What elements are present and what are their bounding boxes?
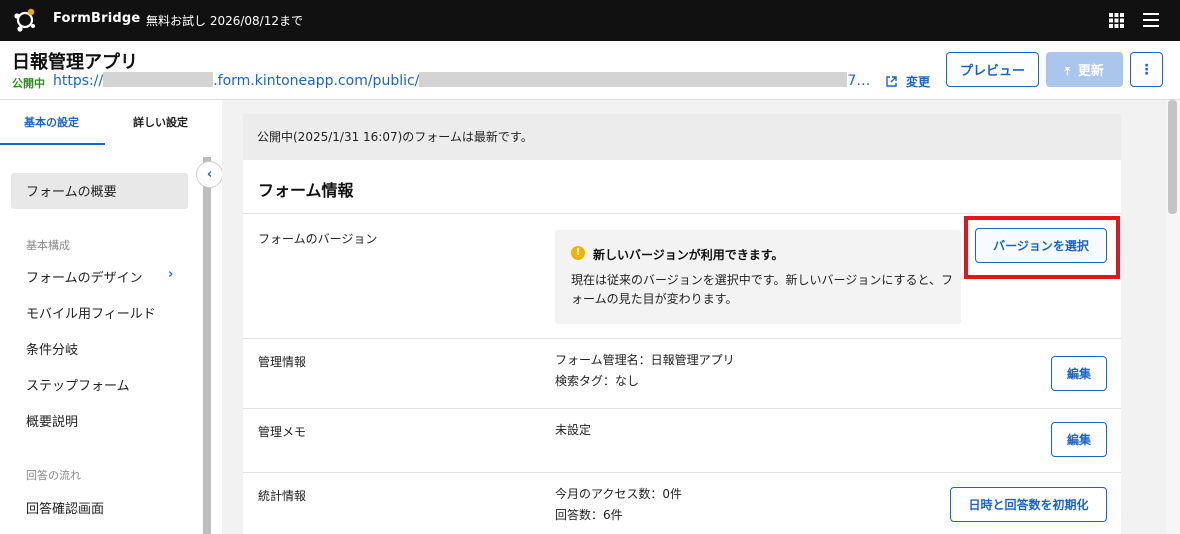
sidebar: 基本の設定 詳しい設定 フォームの概要 基本構成 フォームのデザイン › モバイ… xyxy=(0,100,201,534)
tab-detail-settings[interactable]: 詳しい設定 xyxy=(133,114,188,130)
url-prefix: https:// xyxy=(53,73,104,89)
row-label-admin: 管理情報 xyxy=(258,355,307,369)
row-label-version: フォームのバージョン xyxy=(258,232,378,246)
publish-notice: 公開中(2025/1/31 16:07)のフォームは最新です。 xyxy=(243,114,1121,160)
brand-name: FormBridge xyxy=(53,11,141,26)
divider xyxy=(243,213,1121,214)
external-link-icon[interactable] xyxy=(886,76,897,87)
update-button[interactable]: ⤒ 更新 xyxy=(1046,52,1123,87)
row-label-stats: 統計情報 xyxy=(258,489,307,503)
warning-icon: ! xyxy=(571,246,585,260)
chevron-right-icon: › xyxy=(168,267,174,282)
publish-status-badge: 公開中 xyxy=(12,77,45,90)
sidebar-scrollbar[interactable] xyxy=(203,157,211,534)
sidebar-item-description[interactable]: 概要説明 xyxy=(26,411,78,430)
sidebar-item-step-form[interactable]: ステップフォーム xyxy=(26,375,130,394)
answer-count: 回答数：6件 xyxy=(555,508,623,522)
version-alert-body: 現在は従来のバージョンを選択中です。新しいバージョンにすると、フォームの見た目が… xyxy=(571,273,953,306)
monthly-access-count: 今月のアクセス数：0件 xyxy=(555,487,683,501)
search-tags: 検索タグ：なし xyxy=(555,374,640,388)
divider xyxy=(243,408,1121,409)
divider xyxy=(243,338,1121,339)
change-url-link[interactable]: 変更 xyxy=(906,73,930,90)
admin-info-value: フォーム管理名：日報管理アプリ 検索タグ：なし xyxy=(555,350,735,392)
edit-admin-info-button[interactable]: 編集 xyxy=(1051,356,1107,391)
sidebar-item-form-overview[interactable]: フォームの概要 xyxy=(26,181,117,200)
tab-basic-settings[interactable]: 基本の設定 xyxy=(24,114,79,130)
redacted-subdomain xyxy=(103,72,214,87)
main-content: 公開中(2025/1/31 16:07)のフォームは最新です。 フォーム情報 フ… xyxy=(222,100,1166,534)
active-tab-indicator xyxy=(0,143,105,145)
chevron-left-icon: ‹ xyxy=(206,167,213,182)
upload-arrow-icon: ⤒ xyxy=(1065,65,1070,78)
version-alert-title: 新しいバージョンが利用できます。 xyxy=(593,248,784,262)
preview-button[interactable]: プレビュー xyxy=(946,52,1039,87)
sidebar-section-basic: 基本構成 xyxy=(26,239,70,252)
version-alert: ! 新しいバージョンが利用できます。 現在は従来のバージョンを選択中です。新しい… xyxy=(555,230,961,324)
sidebar-item-confirm-screen[interactable]: 回答確認画面 xyxy=(26,498,104,517)
more-options-button[interactable]: ⋮ xyxy=(1130,52,1163,87)
redacted-path xyxy=(419,72,848,87)
collapse-sidebar-button[interactable]: ‹ xyxy=(196,161,223,188)
hamburger-menu-icon[interactable] xyxy=(1143,13,1159,27)
url-middle: .form.kintoneapp.com/public/ xyxy=(213,73,420,89)
update-button-label: 更新 xyxy=(1077,64,1104,79)
main-scrollbar-thumb[interactable] xyxy=(1168,100,1177,214)
row-label-memo: 管理メモ xyxy=(258,425,307,439)
top-bar: FormBridge 無料お試し 2026/08/12まで xyxy=(0,0,1180,41)
sidebar-section-flow: 回答の流れ xyxy=(26,469,81,482)
public-url-link[interactable]: https:// .form.kintoneapp.com/public/7… xyxy=(53,72,870,89)
divider xyxy=(243,472,1121,473)
reset-stats-button[interactable]: 日時と回答数を初期化 xyxy=(950,487,1107,522)
trial-status: 無料お試し 2026/08/12まで xyxy=(146,14,303,28)
sidebar-item-form-design[interactable]: フォームのデザイン xyxy=(26,267,143,286)
form-info-card: フォーム情報 フォームのバージョン ! 新しいバージョンが利用できます。 現在は… xyxy=(243,160,1121,534)
sidebar-item-mobile-fields[interactable]: モバイル用フィールド xyxy=(26,303,156,322)
stats-value: 今月のアクセス数：0件 回答数：6件 xyxy=(555,484,682,526)
sidebar-item-conditional-branch[interactable]: 条件分岐 xyxy=(26,339,78,358)
settings-tabs: 基本の設定 詳しい設定 xyxy=(0,100,201,145)
section-title: フォーム情報 xyxy=(258,181,354,200)
page-title: 日報管理アプリ xyxy=(12,52,138,73)
form-admin-name: フォーム管理名：日報管理アプリ xyxy=(555,353,735,367)
app-header: 日報管理アプリ 公開中 https:// .form.kintoneapp.com… xyxy=(0,41,1180,100)
select-version-button[interactable]: バージョンを選択 xyxy=(975,228,1107,263)
formbridge-logo-icon[interactable] xyxy=(11,6,39,34)
edit-memo-button[interactable]: 編集 xyxy=(1051,422,1107,457)
apps-grid-icon[interactable] xyxy=(1109,13,1124,28)
url-tail: 7… xyxy=(847,73,871,89)
memo-value: 未設定 xyxy=(555,423,592,437)
